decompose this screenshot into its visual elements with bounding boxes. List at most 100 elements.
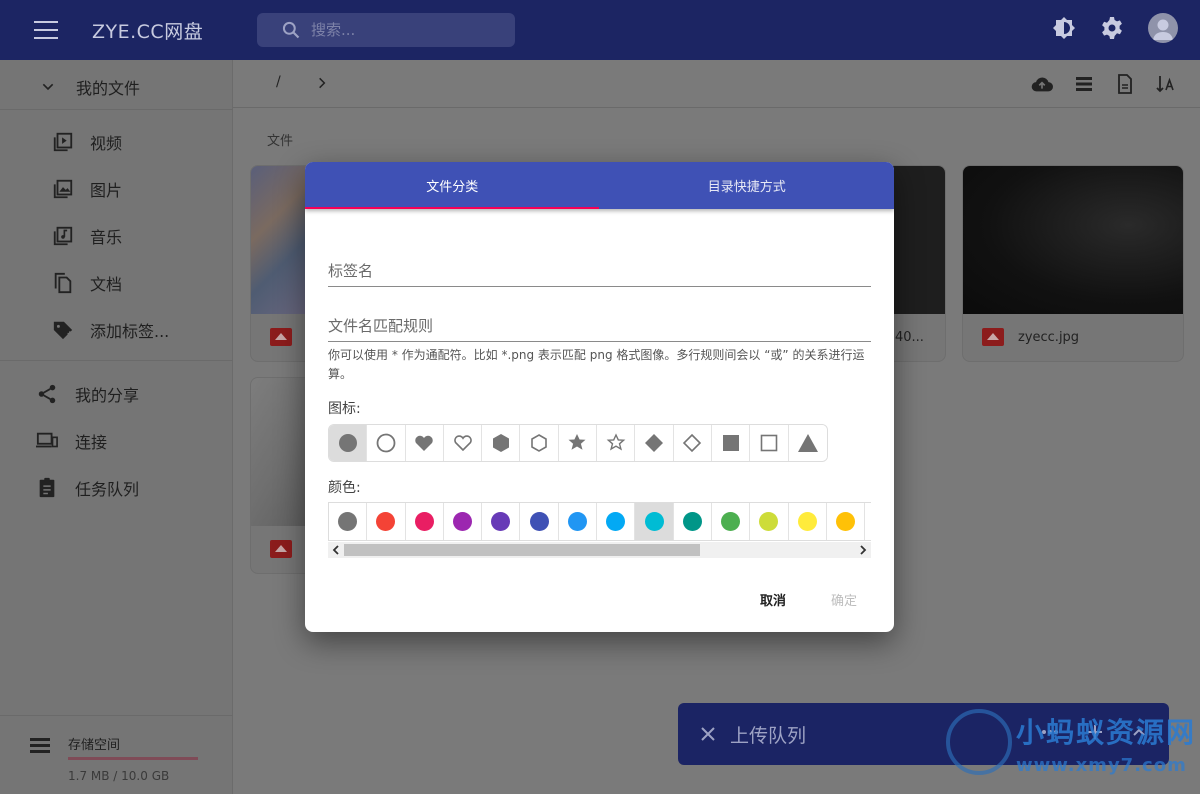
list-view-icon[interactable] (1074, 74, 1094, 94)
file-info-icon[interactable] (1115, 74, 1135, 94)
sidebar-item-connections[interactable]: 连接 (36, 429, 107, 453)
color-option[interactable] (329, 503, 368, 540)
color-option[interactable] (827, 503, 866, 540)
color-option[interactable] (865, 503, 871, 540)
sort-icon[interactable] (1156, 74, 1176, 94)
icon-option[interactable] (711, 425, 751, 461)
theme-toggle-icon[interactable] (1052, 16, 1076, 40)
icon-option[interactable] (520, 425, 559, 461)
color-swatch (759, 512, 779, 531)
cloud-upload-icon[interactable] (1031, 74, 1053, 94)
color-option[interactable] (597, 503, 636, 540)
dialog-tabs: 文件分类 目录快捷方式 (305, 162, 894, 209)
sidebar-item-label: 添加标签... (90, 322, 170, 341)
sidebar-item-shares[interactable]: 我的分享 (36, 382, 139, 406)
sidebar-item-label: 音乐 (90, 228, 123, 247)
icon-option[interactable] (405, 425, 444, 461)
sidebar-item-video[interactable]: 视频 (52, 130, 122, 154)
tab-file-category[interactable]: 文件分类 (305, 162, 600, 209)
color-swatch (491, 512, 511, 531)
icon-option[interactable] (329, 425, 368, 461)
icon-option[interactable] (443, 425, 483, 461)
search-input[interactable] (311, 21, 501, 39)
sidebar-item-music[interactable]: 音乐 (52, 224, 122, 248)
search-box[interactable] (257, 13, 515, 47)
chevron-right-icon[interactable] (315, 76, 329, 90)
sidebar-item-label: 视频 (90, 134, 123, 153)
document-icon (54, 272, 72, 294)
pattern-field[interactable] (328, 312, 871, 342)
color-option[interactable] (559, 503, 598, 540)
sidebar-item-add-tag[interactable]: 添加标签... (52, 318, 169, 342)
sidebar-my-files[interactable]: 我的文件 (40, 75, 140, 99)
sidebar-item-documents[interactable]: 文档 (52, 271, 122, 295)
icon-option[interactable] (482, 425, 521, 461)
sidebar-item-images[interactable]: 图片 (52, 177, 122, 201)
color-option[interactable] (712, 503, 751, 540)
clipboard-icon (39, 477, 55, 498)
file-thumbnail (963, 166, 1183, 314)
tab-indicator (305, 207, 599, 209)
color-option[interactable] (789, 503, 827, 540)
color-label: 颜色: (328, 480, 361, 496)
color-swatch (797, 512, 817, 531)
breadcrumb-root[interactable]: / (276, 74, 281, 90)
sidebar-item-label: 我的分享 (75, 386, 140, 405)
close-icon[interactable] (700, 726, 716, 742)
color-option[interactable] (444, 503, 483, 540)
tag-name-field[interactable] (328, 257, 871, 287)
icon-option[interactable] (597, 425, 636, 461)
menu-icon[interactable] (34, 21, 58, 39)
user-avatar[interactable] (1148, 13, 1178, 43)
scroll-right-icon[interactable] (855, 542, 871, 558)
color-option[interactable] (635, 503, 674, 540)
color-option[interactable] (674, 503, 712, 540)
heart-filled-icon (415, 435, 433, 451)
pattern-input[interactable] (328, 312, 871, 340)
icon-option[interactable] (673, 425, 712, 461)
tag-name-input[interactable] (328, 257, 871, 285)
hexagon-filled-icon (492, 434, 509, 452)
color-swatch (338, 512, 358, 531)
add-tag-icon (53, 321, 73, 340)
storage-usage: 1.7 MB / 10.0 GB (68, 769, 170, 783)
color-option[interactable] (520, 503, 559, 540)
diamond-filled-icon (645, 434, 664, 452)
storage-panel: 存储空间 1.7 MB / 10.0 GB (0, 715, 233, 794)
icon-option[interactable] (750, 425, 789, 461)
pattern-helper-text: 你可以使用 * 作为通配符。比如 *.png 表示匹配 png 格式图像。多行规… (328, 348, 865, 381)
color-option[interactable] (406, 503, 444, 540)
color-swatch (529, 512, 549, 531)
color-option[interactable] (367, 503, 406, 540)
horizontal-scrollbar[interactable] (328, 542, 871, 558)
add-icon[interactable] (1087, 724, 1103, 740)
file-toolbar: / (233, 60, 1200, 108)
scrollbar-thumb[interactable] (344, 544, 700, 556)
color-swatch (644, 512, 664, 531)
circle-filled-icon (338, 434, 357, 452)
color-swatch (567, 512, 587, 531)
icon-option[interactable] (788, 425, 827, 461)
square-filled-icon (722, 435, 739, 451)
icon-option[interactable] (367, 425, 406, 461)
cancel-button[interactable]: 取消 (760, 590, 786, 609)
sidebar-item-tasks[interactable]: 任务队列 (36, 476, 139, 500)
settings-gear-icon[interactable] (1100, 16, 1124, 40)
confirm-button[interactable]: 确定 (831, 590, 857, 609)
video-icon (53, 132, 73, 152)
hexagon-outline-icon (531, 434, 547, 452)
more-icon[interactable] (1041, 729, 1059, 735)
color-option[interactable] (482, 503, 521, 540)
tab-directory-shortcut[interactable]: 目录快捷方式 (600, 162, 895, 209)
file-card[interactable]: zyecc.jpg (962, 165, 1184, 362)
color-option[interactable] (750, 503, 789, 540)
color-swatch (682, 512, 702, 531)
scroll-left-icon[interactable] (328, 542, 344, 558)
chevron-up-icon[interactable] (1131, 724, 1147, 740)
icon-option[interactable] (558, 425, 598, 461)
star-outline-icon (606, 433, 626, 451)
triangle-filled-icon (797, 434, 818, 452)
icon-option[interactable] (635, 425, 674, 461)
chevron-down-icon[interactable] (40, 79, 56, 95)
diamond-outline-icon (683, 433, 702, 453)
